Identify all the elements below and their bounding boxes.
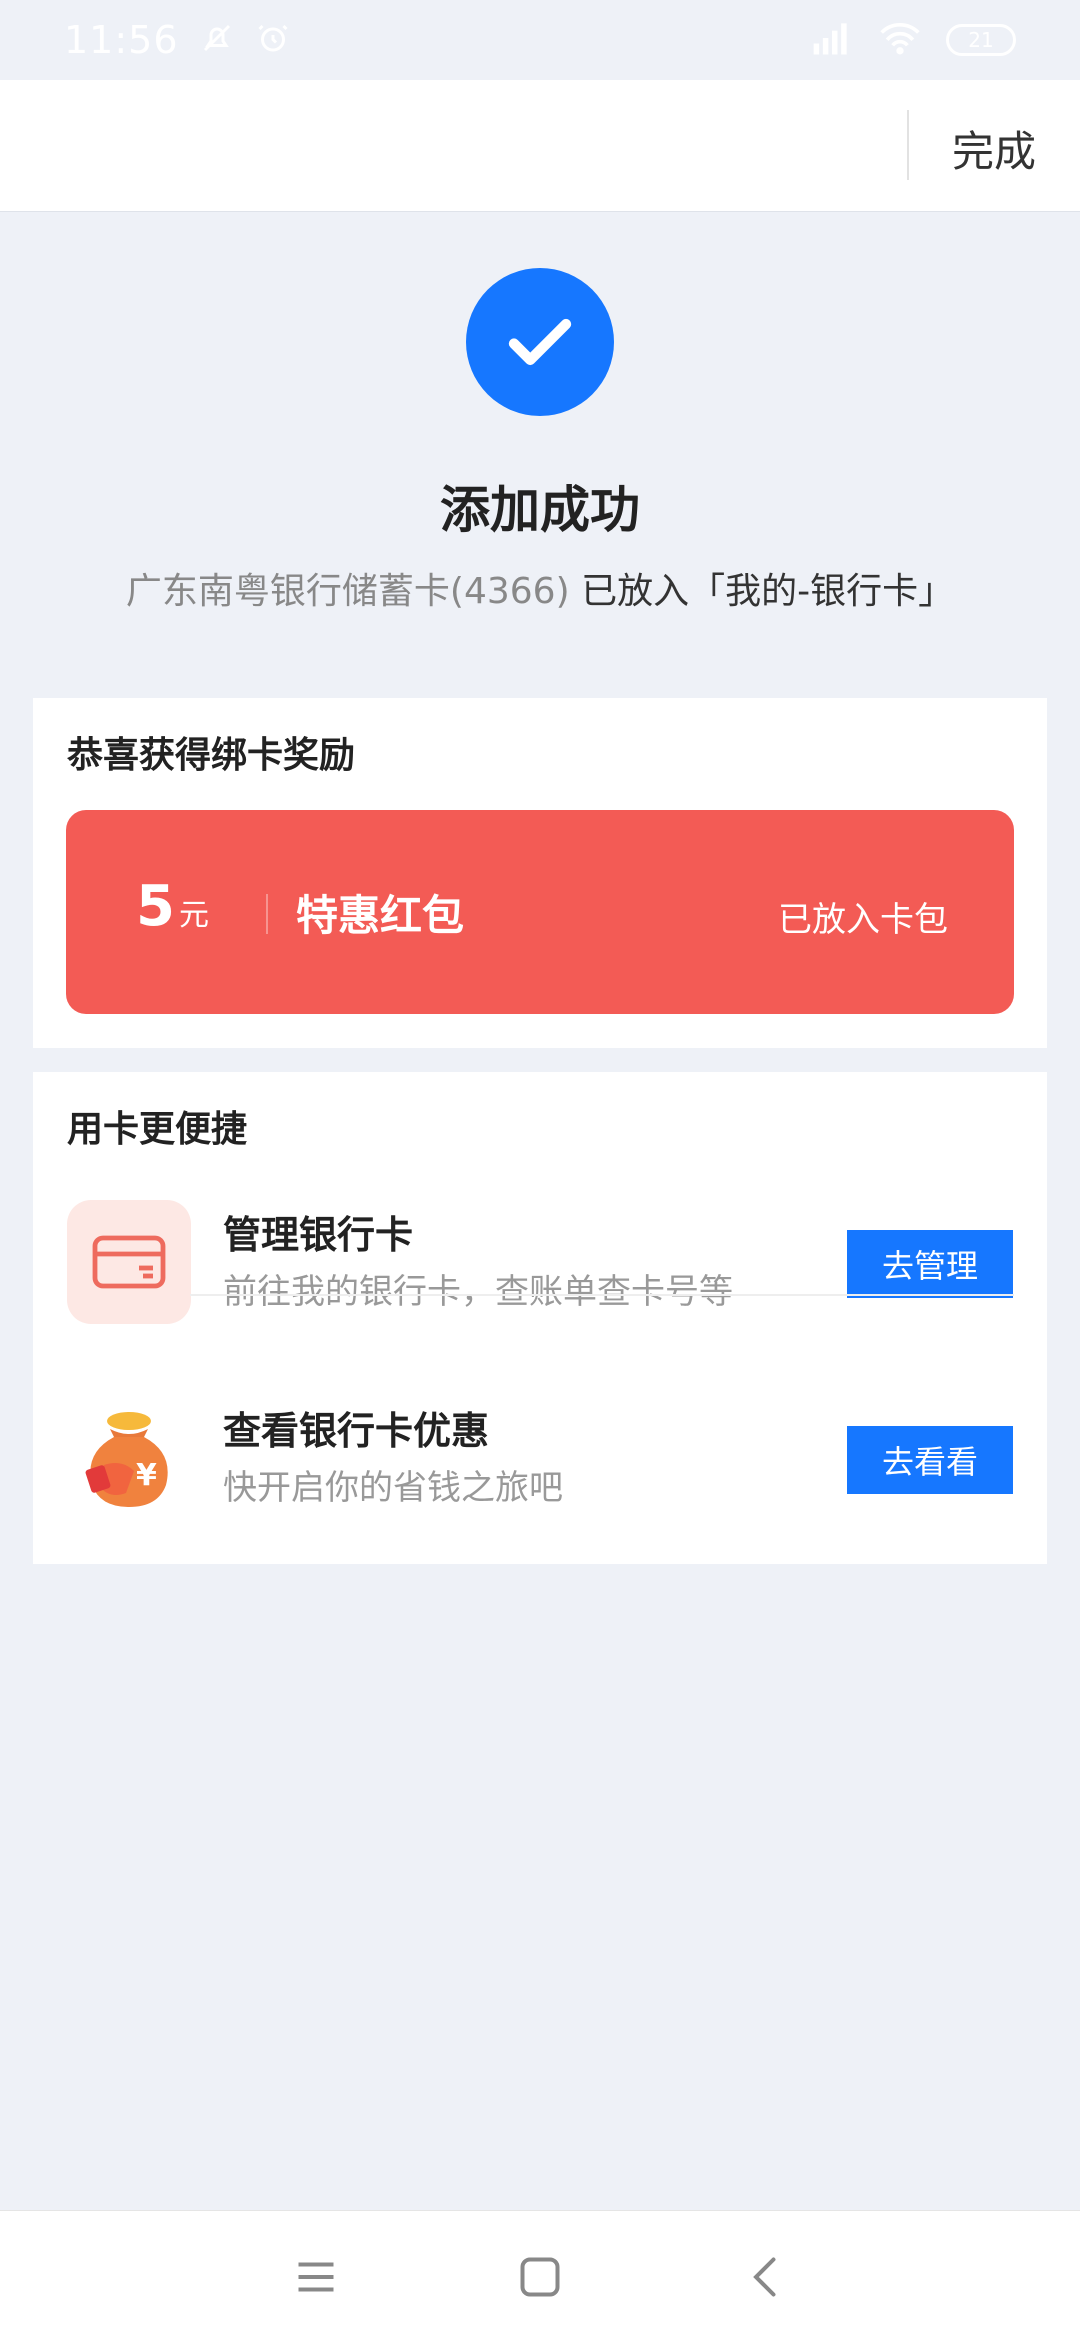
red-packet-status: 已放入卡包 (778, 900, 948, 940)
wifi-icon (878, 21, 922, 59)
list-item-desc: 快开启你的省钱之旅吧 (223, 1468, 563, 1508)
home-icon[interactable] (510, 2247, 570, 2307)
view-offers-button[interactable]: 去看看 (847, 1426, 1013, 1494)
reward-card: 恭喜获得绑卡奖励 5元 特惠红包 已放入卡包 (33, 698, 1047, 1048)
alarm-icon (255, 20, 291, 60)
signal-icon (810, 21, 854, 59)
money-bag-icon: ¥ (67, 1396, 191, 1520)
reward-title: 恭喜获得绑卡奖励 (67, 735, 356, 776)
back-icon[interactable] (736, 2247, 796, 2307)
checkmark-icon (466, 268, 614, 416)
done-button[interactable]: 完成 (952, 118, 1036, 179)
list-item[interactable]: ¥ 查看银行卡优惠 快开启你的省钱之旅吧 去看看 (33, 1378, 1047, 1578)
manage-button[interactable]: 去管理 (847, 1230, 1013, 1298)
amount-unit: 元 (178, 898, 209, 933)
top-bar: 完成 (0, 80, 1080, 212)
mute-notification-icon (199, 20, 235, 60)
placed-text: 已放入「我的-银行卡」 (581, 571, 955, 612)
battery-indicator: 21 (946, 24, 1016, 56)
red-packet[interactable]: 5元 特惠红包 已放入卡包 (66, 810, 1014, 1014)
red-packet-amount: 5元 (136, 874, 209, 939)
list-item-title: 查看银行卡优惠 (223, 1409, 490, 1453)
card-name: 广东南粤银行储蓄卡(4366) (125, 571, 570, 612)
status-bar: 11:56 21 (0, 0, 1080, 80)
menu-icon[interactable] (286, 2247, 346, 2307)
svg-text:¥: ¥ (136, 1458, 157, 1493)
amount-value: 5 (136, 874, 175, 939)
status-time: 11:56 (64, 18, 179, 62)
navigation-bar (0, 2210, 1080, 2340)
success-subtitle: 广东南粤银行储蓄卡(4366) 已放入「我的-银行卡」 (0, 562, 1080, 614)
top-bar-divider (907, 110, 909, 180)
list-item-desc: 前往我的银行卡，查账单查卡号等 (223, 1272, 733, 1312)
success-title: 添加成功 (440, 481, 640, 539)
convenience-card: 用卡更便捷 管理银行卡 前往我的银行卡，查账单查卡号等 去管理 ¥ 查看银行卡优… (33, 1072, 1047, 1564)
red-packet-name: 特惠红包 (296, 891, 465, 940)
list-item[interactable]: 管理银行卡 前往我的银行卡，查账单查卡号等 去管理 (33, 1182, 1047, 1382)
battery-level: 21 (968, 28, 994, 52)
list-item-title: 管理银行卡 (223, 1213, 414, 1257)
bank-card-icon (67, 1200, 191, 1324)
list-divider (190, 1294, 1014, 1296)
convenience-title: 用卡更便捷 (67, 1109, 248, 1150)
red-packet-divider (266, 894, 268, 934)
